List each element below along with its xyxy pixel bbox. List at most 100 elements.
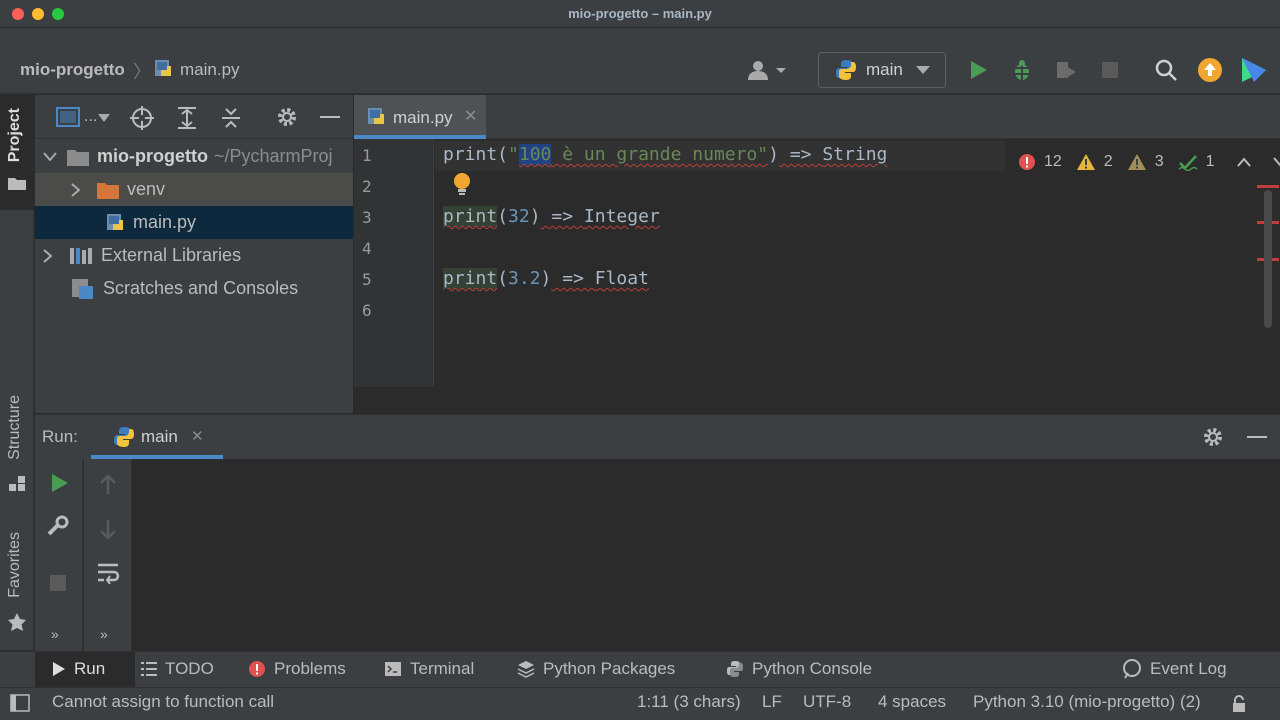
soft-wrap-icon[interactable] [96, 562, 120, 584]
project-tool-tab[interactable]: Project [6, 108, 24, 162]
toggle-tool-windows-icon[interactable] [10, 694, 30, 712]
status-message: Cannot assign to function call [52, 692, 275, 711]
inspection-widget[interactable]: 12 2 3 1 [1018, 148, 1280, 176]
hide-panel-icon[interactable] [1247, 436, 1267, 438]
python-console-tool-label: Python Console [752, 659, 873, 678]
line-separator[interactable]: LF [762, 692, 782, 712]
code-token: 32 [508, 206, 530, 227]
close-tab-icon[interactable]: ✕ [464, 106, 477, 126]
structure-tool-tab[interactable]: Structure [6, 395, 24, 460]
code-token: ) [540, 268, 552, 289]
run-icon[interactable] [966, 58, 990, 82]
list-icon [141, 662, 157, 676]
code-token: ) [768, 144, 779, 165]
todo-tool-label: TODO [165, 659, 214, 678]
python-packages-tool-button[interactable]: Python Packages [517, 651, 675, 687]
typo-count: 1 [1205, 153, 1215, 170]
code-token: => [778, 144, 823, 165]
caret-position[interactable]: 1:11 (3 chars) [637, 692, 741, 712]
line-number: 5 [362, 270, 372, 289]
structure-icon [9, 476, 25, 492]
python-icon [727, 661, 743, 677]
code-with-me-icon[interactable] [1240, 56, 1268, 84]
more-tools-icon[interactable]: » [100, 626, 108, 642]
code-token: print [443, 206, 498, 227]
tree-item-scratches[interactable]: Scratches and Consoles [35, 272, 353, 305]
wrench-icon[interactable] [46, 515, 70, 539]
run-tool-label: Run [74, 659, 106, 678]
event-log-tool-button[interactable]: Event Log [1122, 651, 1227, 687]
down-arrow-icon[interactable] [98, 518, 118, 540]
editor-scrollbar[interactable] [1264, 190, 1272, 328]
weak-warning-count: 3 [1154, 153, 1164, 170]
terminal-tool-label: Terminal [410, 659, 475, 678]
tree-item-venv[interactable]: venv [35, 173, 353, 206]
lightbulb-icon[interactable] [451, 172, 473, 196]
problems-tool-button[interactable]: Problems [248, 651, 346, 687]
tree-scratches-label: Scratches and Consoles [103, 278, 299, 298]
gear-icon[interactable] [1202, 426, 1224, 448]
tab-main-py-label: main.py [393, 108, 453, 127]
warning-count: 2 [1103, 153, 1113, 170]
line-number: 6 [362, 301, 372, 320]
run-panel-header [35, 414, 1280, 459]
tree-item-root[interactable]: mio-progetto ~/PycharmProj [35, 140, 353, 173]
error-icon [249, 661, 265, 677]
hide-panel-icon[interactable] [320, 116, 340, 118]
code-token: print( [443, 144, 509, 165]
up-arrow-icon[interactable] [98, 474, 118, 496]
tree-item-main[interactable]: main.py [35, 206, 353, 239]
folder-icon [97, 182, 119, 199]
python-file-icon [107, 213, 123, 230]
python-icon [112, 425, 136, 449]
project-view-icon[interactable] [56, 107, 80, 127]
user-account-icon[interactable] [746, 58, 790, 82]
gear-icon[interactable] [276, 106, 298, 128]
expand-all-icon[interactable] [176, 106, 198, 130]
debug-icon[interactable] [1010, 58, 1034, 82]
python-icon [834, 58, 858, 82]
coverage-icon[interactable] [1054, 58, 1078, 82]
todo-tool-button[interactable]: TODO [141, 651, 214, 687]
breadcrumb-file[interactable]: main.py [180, 60, 240, 80]
code-token: è un grande numero" [551, 144, 769, 165]
stop-icon[interactable] [49, 574, 67, 592]
code-token: 3.2 [508, 268, 541, 289]
tree-external-libraries-label: External Libraries [101, 245, 242, 265]
collapse-all-icon[interactable] [220, 106, 242, 130]
python-file-icon [153, 58, 175, 80]
next-highlight-icon[interactable] [1272, 157, 1280, 167]
breadcrumb-project[interactable]: mio-progetto [20, 60, 125, 80]
lock-icon[interactable] [1232, 695, 1246, 713]
code-line-1: print("100 è un grande numero") => Strin… [443, 144, 887, 165]
run-tab-label[interactable]: main [141, 427, 178, 447]
previous-highlight-icon[interactable] [1236, 157, 1251, 167]
line-number: 1 [362, 146, 372, 165]
warning-icon [1076, 154, 1095, 170]
python-interpreter[interactable]: Python 3.10 (mio-progetto) (2) [973, 692, 1201, 712]
project-view-selector[interactable]: ... [84, 108, 97, 126]
run-tool-button[interactable]: Run [52, 651, 105, 687]
favorites-tool-tab[interactable]: Favorites [6, 532, 24, 598]
tree-venv-label: venv [127, 179, 166, 199]
run-console-output[interactable] [35, 459, 1280, 651]
error-stripe-mark[interactable] [1257, 185, 1279, 188]
terminal-tool-button[interactable]: Terminal [384, 651, 474, 687]
code-token: ) [529, 206, 541, 227]
rerun-icon[interactable] [48, 472, 70, 494]
code-editor[interactable] [354, 139, 1280, 387]
terminal-icon [385, 662, 401, 676]
more-tools-icon[interactable]: » [51, 626, 59, 642]
tree-item-external-libraries[interactable]: External Libraries [35, 239, 353, 272]
python-console-tool-button[interactable]: Python Console [726, 651, 872, 687]
update-icon[interactable] [1197, 57, 1223, 83]
search-icon[interactable] [1154, 58, 1178, 82]
indent-setting[interactable]: 4 spaces [878, 692, 946, 712]
locate-icon[interactable] [130, 106, 154, 130]
code-token: Float [594, 268, 649, 289]
star-icon [7, 612, 27, 632]
close-tab-icon[interactable]: ✕ [191, 427, 204, 445]
line-number: 2 [362, 177, 372, 196]
file-encoding[interactable]: UTF-8 [803, 692, 851, 712]
stop-icon[interactable] [1100, 60, 1120, 80]
